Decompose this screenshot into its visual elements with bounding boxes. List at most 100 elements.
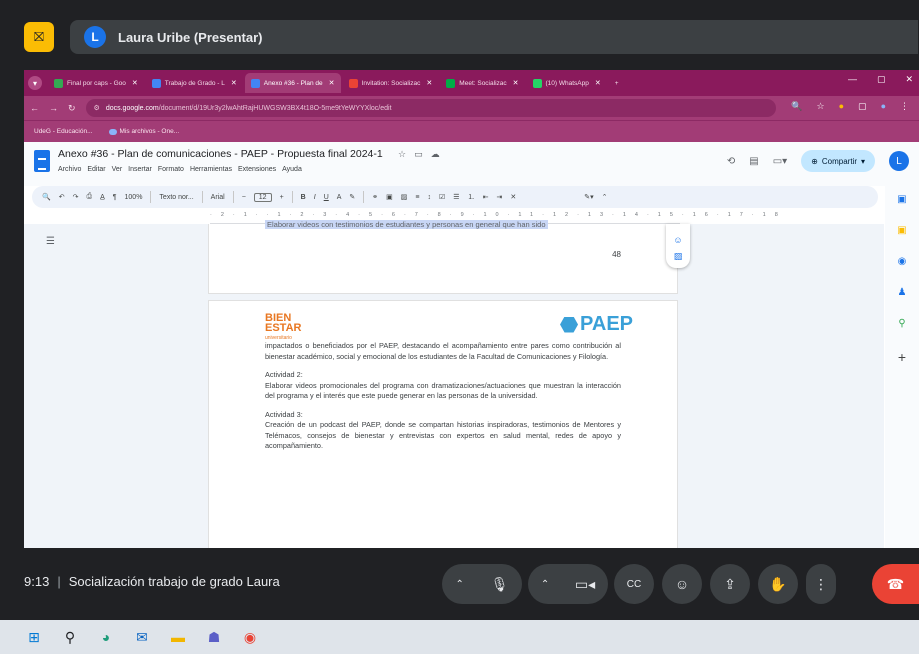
menu-archivo[interactable]: Archivo — [58, 166, 81, 173]
menu-ver[interactable]: Ver — [112, 166, 123, 173]
image-icon[interactable]: ▨ — [401, 193, 408, 201]
add-addon-icon[interactable]: + — [898, 349, 906, 365]
outlook-icon[interactable]: ✉ — [132, 627, 152, 647]
history-icon[interactable]: ⟲ — [727, 156, 735, 167]
menu-herramientas[interactable]: Herramientas — [190, 166, 232, 173]
font-select[interactable]: Arial — [211, 194, 225, 201]
address-bar[interactable]: ⚙ docs.google.com /document/d/19Ur3y2lwA… — [85, 99, 776, 117]
reactions-button[interactable]: ☺ — [662, 564, 702, 604]
forward-icon[interactable]: → — [49, 103, 58, 113]
tab-search-icon[interactable]: ▾ — [28, 76, 42, 90]
document-title[interactable]: Anexo #36 - Plan de comunicaciones - PAE… — [58, 148, 383, 160]
document-page[interactable]: BIEN ESTAR universitario PAEP impactados… — [208, 300, 678, 548]
camera-options-icon[interactable]: ⌃ — [541, 579, 549, 590]
keep-icon[interactable]: ▣ — [897, 225, 906, 236]
menu-editar[interactable]: Editar — [87, 166, 105, 173]
bookmark-star-icon[interactable]: ☆ — [817, 101, 825, 112]
bookmark-udeg[interactable]: UdeG - Educación... — [34, 128, 93, 135]
share-button[interactable]: ⊕ Compartir ▾ — [801, 150, 875, 172]
contacts-icon[interactable]: ♟ — [898, 287, 907, 298]
windows-start-icon[interactable]: ⊞ — [24, 627, 44, 647]
numbered-list-icon[interactable]: ⒈ — [468, 192, 475, 202]
outline-icon[interactable]: ☰ — [46, 236, 55, 247]
comment-add-icon[interactable]: ▣ — [386, 193, 393, 201]
bold-icon[interactable]: B — [301, 194, 306, 201]
redo-icon[interactable]: ↷ — [73, 193, 79, 201]
tasks-icon[interactable]: ◉ — [898, 256, 907, 267]
browser-tab[interactable]: Final por caps - Goo ✕ — [48, 73, 144, 93]
spellcheck-icon[interactable]: A̲ — [100, 194, 105, 201]
raise-hand-button[interactable]: ✋ — [758, 564, 798, 604]
chrome-menu-icon[interactable]: ⋮ — [900, 101, 909, 112]
cloud-status-icon[interactable]: ☁ — [431, 149, 440, 160]
present-button[interactable]: ⇪ — [710, 564, 750, 604]
comments-icon[interactable]: ▤ — [749, 156, 758, 167]
browser-tab[interactable]: Trabajo de Grado - L ✕ — [146, 73, 243, 93]
teams-icon[interactable]: ☗ — [204, 627, 224, 647]
highlight-icon[interactable]: ✎ — [349, 193, 355, 201]
collapse-toolbar-icon[interactable]: ⌃ — [602, 193, 608, 201]
chrome-icon[interactable]: ◉ — [240, 627, 260, 647]
increase-font-icon[interactable]: + — [280, 194, 284, 201]
undo-icon[interactable]: ↶ — [59, 193, 65, 201]
paint-format-icon[interactable]: ¶ — [113, 194, 117, 201]
suggest-edit-icon[interactable]: ▨ — [674, 251, 683, 262]
bookmark-onedrive[interactable]: Mis archivos - One... — [108, 128, 179, 135]
search-icon[interactable]: ⚲ — [60, 627, 80, 647]
search-menus-icon[interactable]: 🔍 — [42, 193, 51, 201]
browser-tab[interactable]: Anexo #36 - Plan de ✕ — [244, 73, 341, 93]
menu-formato[interactable]: Formato — [158, 166, 184, 173]
tab-close-icon[interactable]: ✕ — [513, 79, 519, 87]
browser-tab[interactable]: Meet: Socializac ✕ — [440, 73, 524, 93]
stop-presenting-button[interactable]: ⛝ — [24, 22, 54, 52]
file-explorer-icon[interactable]: ▬ — [168, 627, 188, 647]
menu-ayuda[interactable]: Ayuda — [282, 166, 302, 173]
checklist-icon[interactable]: ☑ — [439, 193, 445, 201]
tab-close-icon[interactable]: ✕ — [231, 79, 237, 87]
meet-call-icon[interactable]: ▭▾ — [773, 156, 787, 167]
camera-icon[interactable]: ▭◂ — [575, 576, 595, 593]
minimize-icon[interactable]: — — [848, 74, 857, 85]
user-avatar[interactable]: L — [889, 151, 909, 171]
leave-call-button[interactable]: ☎ — [872, 564, 919, 604]
style-select[interactable]: Texto nor... — [159, 194, 193, 201]
calendar-icon[interactable]: ▣ — [897, 194, 906, 205]
tab-close-icon[interactable]: ✕ — [132, 79, 138, 87]
more-options-button[interactable]: ⋮ — [806, 564, 836, 604]
tab-close-icon[interactable]: ✕ — [595, 79, 601, 87]
document-page[interactable]: Elaborar videos con testimonios de estud… — [208, 220, 678, 294]
underline-icon[interactable]: U — [324, 194, 329, 201]
line-spacing-icon[interactable]: ↕ — [428, 194, 432, 201]
indent-more-icon[interactable]: ⇥ — [496, 193, 502, 201]
indent-less-icon[interactable]: ⇤ — [483, 193, 489, 201]
menu-extensiones[interactable]: Extensiones — [238, 166, 276, 173]
align-icon[interactable]: ≡ — [415, 194, 419, 201]
mic-options-icon[interactable]: ⌃ — [455, 579, 463, 590]
clear-format-icon[interactable]: ✕ — [510, 193, 516, 201]
new-tab-button[interactable]: + — [609, 73, 625, 93]
text-color-icon[interactable]: A — [337, 194, 342, 201]
font-size-input[interactable]: 12 — [253, 192, 272, 202]
maximize-icon[interactable]: ▢ — [877, 74, 886, 85]
puzzle-icon[interactable]: ▢ — [858, 101, 867, 112]
decrease-font-icon[interactable]: − — [242, 194, 246, 201]
zoom-select[interactable]: 100% — [125, 194, 143, 201]
menu-insertar[interactable]: Insertar — [128, 166, 152, 173]
tab-close-icon[interactable]: ✕ — [329, 79, 335, 87]
document-body[interactable]: impactados o beneficiados por el PAEP, d… — [265, 341, 621, 460]
bullet-list-icon[interactable]: ☰ — [453, 193, 459, 201]
editing-mode-icon[interactable]: ✎▾ — [584, 193, 593, 201]
zoom-icon[interactable]: 🔍 — [791, 101, 802, 112]
docs-logo-icon[interactable] — [34, 150, 50, 172]
profile-icon[interactable]: ● — [881, 101, 886, 112]
browser-tab[interactable]: Invitation: Socializac ✕ — [343, 73, 439, 93]
browser-tab[interactable]: (10) WhatsApp ✕ — [527, 73, 607, 93]
extension-icon[interactable]: ● — [839, 101, 844, 112]
close-window-icon[interactable]: ✕ — [905, 74, 913, 85]
edge-icon[interactable]: ◕ — [96, 627, 116, 647]
mic-icon[interactable]: 🎙 — [491, 576, 509, 593]
add-comment-icon[interactable]: ☺ — [673, 235, 682, 245]
link-icon[interactable]: ⚭ — [372, 193, 378, 201]
site-info-icon[interactable]: ⚙ — [94, 104, 100, 112]
captions-button[interactable]: CC — [614, 564, 654, 604]
